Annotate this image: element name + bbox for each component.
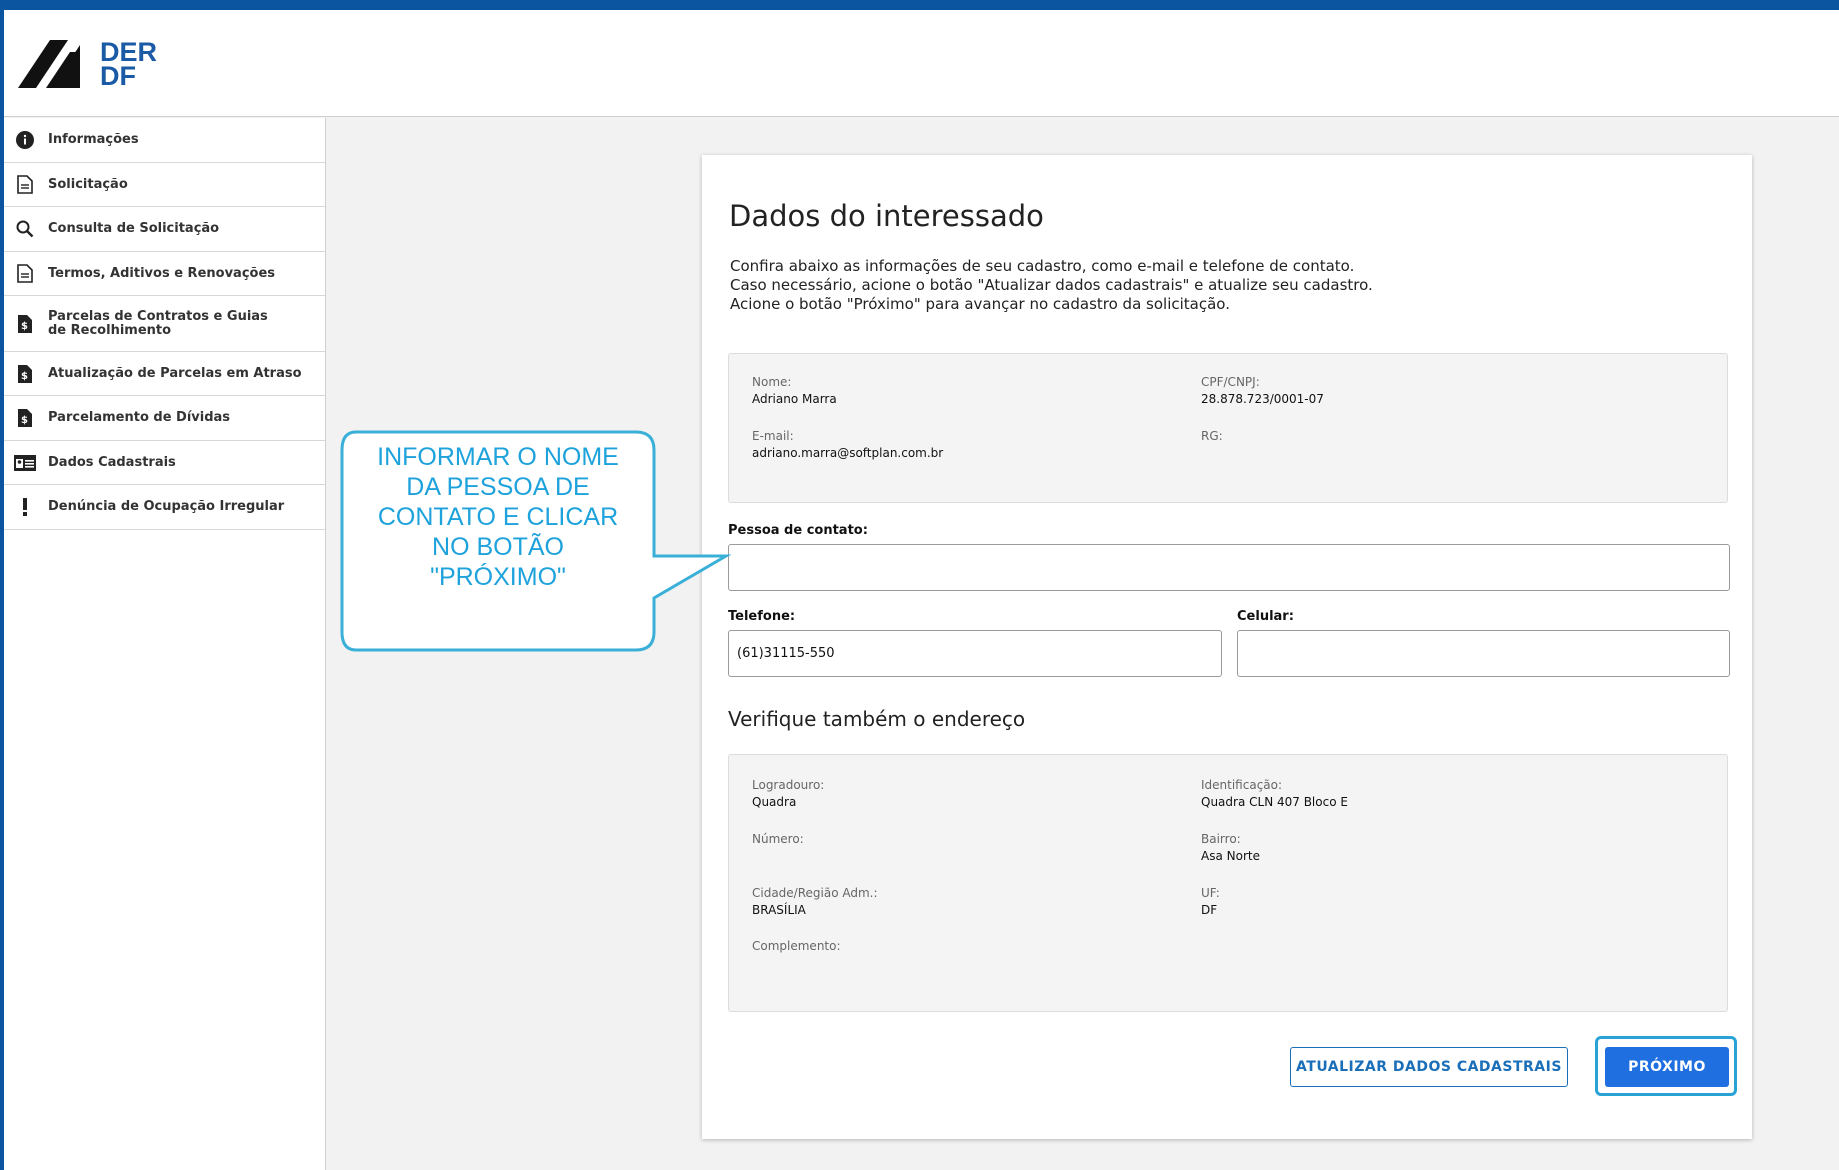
form-card: Dados do interessado Confira abaixo as i…	[702, 155, 1752, 1139]
cidade-field: Cidade/Região Adm.: BRASÍLIA	[752, 886, 878, 917]
intro-line: Acione o botão "Próximo" para avançar no…	[730, 295, 1230, 313]
email-field: E-mail: adriano.marra@softplan.com.br	[752, 429, 944, 460]
sidebar-item-parcelamento[interactable]: $ Parcelamento de Dívidas	[4, 396, 325, 441]
telefone-label: Telefone:	[728, 609, 796, 624]
identificacao-field: Identificação: Quadra CLN 407 Bloco E	[1201, 778, 1348, 809]
next-button[interactable]: PRÓXIMO	[1605, 1047, 1729, 1087]
header: DER DF	[4, 10, 1839, 117]
intro-line: Caso necessário, acione o botão "Atualiz…	[730, 276, 1373, 294]
sidebar-item-dados-cadastrais[interactable]: Dados Cadastrais	[4, 441, 325, 485]
callout-text: INFORMAR O NOME DA PESSOA DE CONTATO E C…	[377, 443, 619, 591]
sidebar-item-label: Consulta de Solicitação	[48, 221, 220, 236]
sidebar-item-solicitacao[interactable]: Solicitação	[4, 163, 325, 207]
sidebar-item-label: Denúncia de Ocupação Irregular	[48, 499, 285, 514]
pessoa-contato-input[interactable]	[728, 544, 1730, 591]
exclamation-icon	[14, 496, 36, 518]
address-info-box: Logradouro: Quadra Identificação: Quadra…	[728, 754, 1728, 1012]
sidebar-item-atualizacao-parcelas[interactable]: $ Atualização de Parcelas em Atraso	[4, 352, 325, 396]
intro-line: Confira abaixo as informações de seu cad…	[730, 257, 1355, 275]
celular-input[interactable]	[1237, 630, 1730, 677]
nome-field: Nome: Adriano Marra	[752, 375, 837, 406]
sidebar-item-parcelas-contratos[interactable]: $ Parcelas de Contratos e Guias de Recol…	[4, 296, 325, 352]
sidebar: Informações Solicitação Consulta de Soli…	[4, 118, 326, 1170]
page-title: Dados do interessado	[729, 199, 1044, 233]
address-heading: Verifique também o endereço	[728, 707, 1026, 731]
brand-name: DER DF	[100, 39, 157, 91]
pessoa-contato-label: Pessoa de contato:	[728, 523, 868, 538]
sidebar-item-label: Atualização de Parcelas em Atraso	[48, 365, 302, 381]
uf-field: UF: DF	[1201, 886, 1220, 917]
id-card-icon	[14, 452, 36, 474]
cpf-field: CPF/CNPJ: 28.878.723/0001-07	[1201, 375, 1324, 406]
sidebar-item-label: Solicitação	[48, 176, 128, 192]
money-file-icon: $	[14, 363, 36, 385]
svg-text:$: $	[21, 415, 28, 426]
intro-text: Confira abaixo as informações de seu cad…	[730, 257, 1373, 314]
money-file-icon: $	[14, 313, 36, 335]
celular-label: Celular:	[1237, 609, 1294, 624]
numero-field: Número:	[752, 832, 804, 846]
money-file-icon: $	[14, 407, 36, 429]
document-icon	[14, 263, 36, 285]
sidebar-item-denuncia[interactable]: Denúncia de Ocupação Irregular	[4, 485, 325, 530]
info-icon	[14, 129, 36, 151]
svg-text:$: $	[21, 321, 28, 332]
sidebar-item-label: Dados Cadastrais	[48, 454, 176, 470]
search-icon	[14, 218, 36, 240]
complemento-field: Complemento:	[752, 939, 841, 953]
sidebar-item-label: Informações	[48, 132, 139, 147]
sidebar-item-informacoes[interactable]: Informações	[4, 118, 325, 163]
sidebar-item-label: Parcelamento de Dívidas	[48, 410, 231, 425]
sidebar-item-label: Parcelas de Contratos e Guias de Recolhi…	[48, 308, 268, 338]
rg-field: RG:	[1201, 429, 1223, 443]
brand-line-2: DF	[100, 61, 136, 91]
logradouro-field: Logradouro: Quadra	[752, 778, 825, 809]
svg-text:$: $	[21, 371, 28, 382]
person-info-box: Nome: Adriano Marra CPF/CNPJ: 28.878.723…	[728, 353, 1728, 503]
sidebar-item-termos[interactable]: Termos, Aditivos e Renovações	[4, 252, 325, 296]
app-frame: DER DF Informações Solicitação Consulta …	[4, 10, 1839, 1170]
bairro-field: Bairro: Asa Norte	[1201, 832, 1260, 863]
atualizar-dados-button[interactable]: ATUALIZAR DADOS CADASTRAIS	[1290, 1047, 1568, 1087]
document-icon	[14, 174, 36, 196]
telefone-input[interactable]	[728, 630, 1222, 677]
sidebar-item-label: Termos, Aditivos e Renovações	[48, 265, 276, 281]
sidebar-item-consulta[interactable]: Consulta de Solicitação	[4, 207, 325, 252]
